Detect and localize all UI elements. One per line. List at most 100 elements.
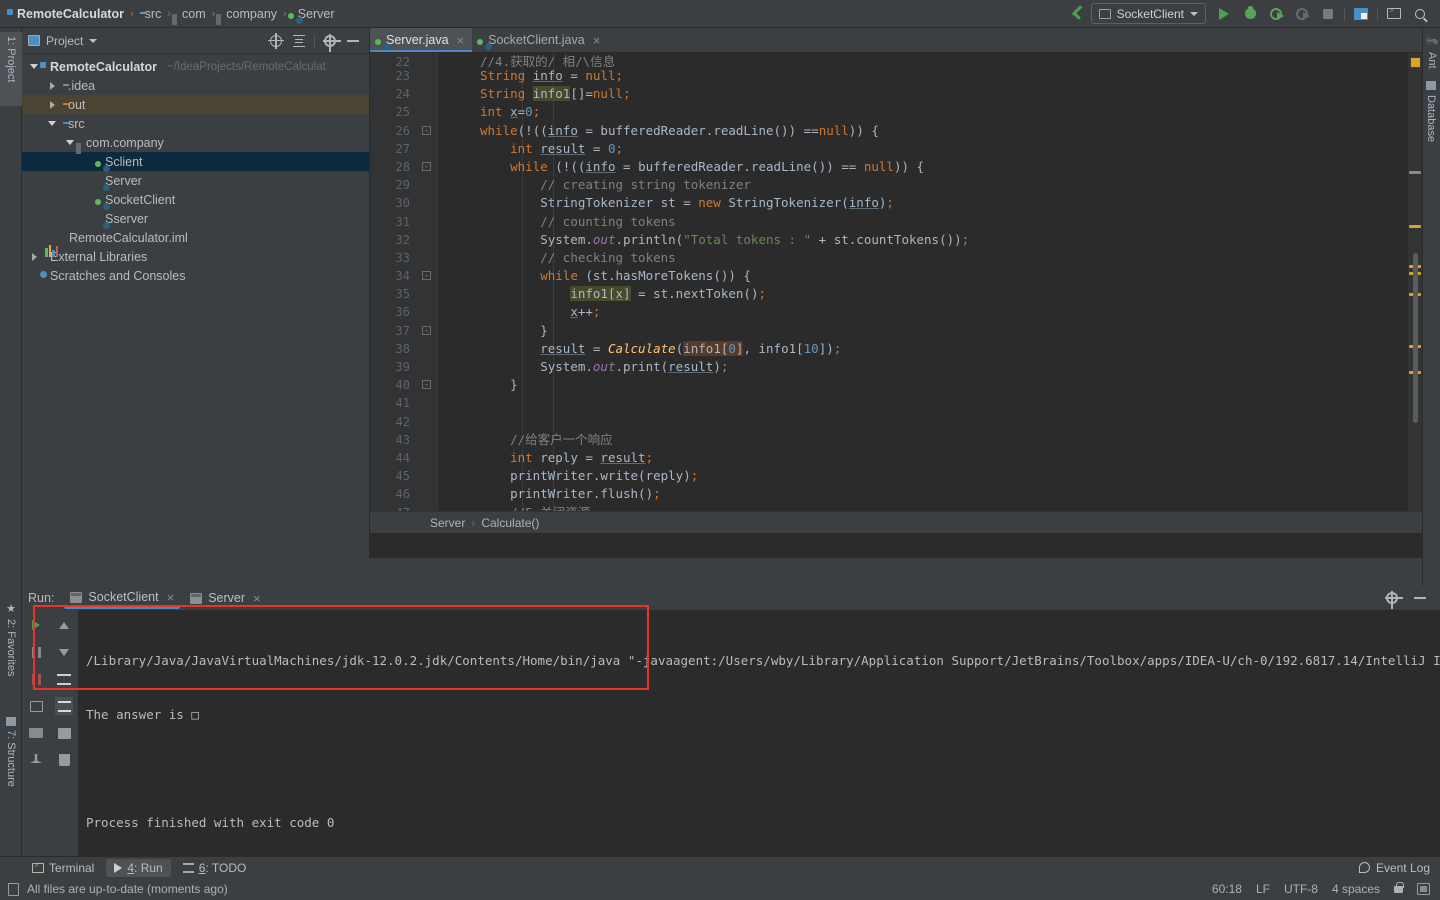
project-settings-button[interactable] — [320, 31, 341, 52]
tree-node-idea[interactable]: .idea — [22, 76, 369, 95]
memory-indicator-icon[interactable] — [1417, 883, 1430, 895]
print-console-button[interactable] — [55, 724, 73, 742]
code-line[interactable]: 27 int result = 0; — [370, 140, 1422, 158]
tree-node-scratches[interactable]: Scratches and Consoles — [22, 266, 369, 285]
code-line[interactable]: 36 x++; — [370, 303, 1422, 321]
code-line[interactable]: 33 // checking tokens — [370, 249, 1422, 267]
print-button[interactable] — [27, 724, 45, 742]
tree-node-server[interactable]: Server — [22, 171, 369, 190]
soft-wrap-button[interactable] — [55, 670, 73, 688]
tree-node-remotecalculator[interactable]: RemoteCalculator ~/IdeaProjects/RemoteCa… — [22, 57, 369, 76]
close-icon[interactable]: × — [593, 33, 601, 48]
hide-project-panel-button[interactable] — [343, 31, 363, 51]
run-with-coverage-button[interactable] — [1264, 3, 1288, 25]
clear-all-button[interactable] — [55, 751, 73, 769]
tree-node-sserver[interactable]: Sserver — [22, 209, 369, 228]
fold-toggle-icon[interactable]: - — [422, 125, 431, 135]
code-line[interactable]: 22 //4.获取的/ 相/\信息 — [370, 53, 1422, 67]
tool-window-todo[interactable]: 6: TODO — [175, 859, 255, 877]
code-line[interactable]: 39 System.out.print(result); — [370, 358, 1422, 376]
project-structure-button[interactable] — [1349, 3, 1373, 25]
tree-expander[interactable] — [46, 121, 58, 126]
tree-node-external-libraries[interactable]: External Libraries — [22, 244, 369, 266]
code-line[interactable]: 41 — [370, 394, 1422, 412]
breadcrumb-item-src[interactable]: src — [136, 7, 166, 21]
rerun-button[interactable] — [27, 616, 45, 634]
fold-toggle-icon[interactable]: - — [422, 380, 431, 390]
code-line[interactable]: 30 StringTokenizer st = new StringTokeni… — [370, 194, 1422, 212]
indent-setting[interactable]: 4 spaces — [1332, 882, 1380, 896]
sidebar-tab-ant[interactable]: 🐜 Ant — [1423, 28, 1440, 75]
breadcrumb-item-company[interactable]: company — [217, 7, 281, 21]
code-line[interactable]: 44 int reply = result; — [370, 449, 1422, 467]
tool-window-run[interactable]: 4: Run — [106, 858, 171, 877]
editor-marker-strip[interactable] — [1408, 53, 1422, 533]
project-panel-title[interactable]: Project — [46, 34, 83, 48]
breadcrumb-item-com[interactable]: com — [173, 7, 210, 21]
sidebar-tab-project[interactable]: 1: Project — [0, 32, 22, 106]
code-line[interactable]: 45 printWriter.write(reply); — [370, 467, 1422, 485]
scroll-down-button[interactable] — [55, 643, 73, 661]
caret-position[interactable]: 60:18 — [1212, 882, 1242, 896]
sidebar-tab-favorites[interactable]: ★ 2: Favorites — [0, 598, 22, 688]
stop-button[interactable] — [27, 643, 45, 661]
code-line[interactable]: 31 // counting tokens — [370, 213, 1422, 231]
editor-tab-server-java[interactable]: Server.java × — [370, 28, 473, 52]
debug-button[interactable] — [1238, 3, 1262, 25]
editor-tab-socketclient-java[interactable]: SocketClient.java × — [472, 28, 608, 52]
fold-toggle-icon[interactable]: - — [422, 325, 431, 335]
close-icon[interactable]: × — [457, 33, 465, 48]
run-settings-button[interactable] — [1382, 588, 1403, 609]
collapse-all-button[interactable] — [289, 31, 309, 51]
code-line[interactable]: 23 String info = null; — [370, 67, 1422, 85]
tree-expander[interactable] — [28, 252, 40, 261]
return-button[interactable] — [27, 697, 45, 715]
code-line[interactable]: 46 printWriter.flush(); — [370, 485, 1422, 503]
suspend-button[interactable] — [27, 670, 45, 688]
tree-node-socketclient[interactable]: SocketClient — [22, 190, 369, 209]
tree-expander[interactable] — [28, 64, 40, 69]
code-line[interactable]: 25 int x=0; — [370, 103, 1422, 121]
sidebar-tab-structure[interactable]: 7: Structure — [0, 713, 22, 808]
sidebar-tab-database[interactable]: Database — [1423, 75, 1439, 148]
code-line[interactable]: 35 info1[x] = st.nextToken(); — [370, 285, 1422, 303]
code-line[interactable]: 38 result = Calculate(info1[0], info1[10… — [370, 340, 1422, 358]
tree-expander[interactable] — [64, 140, 76, 145]
breadcrumb-class[interactable]: Server — [430, 516, 465, 530]
code-line[interactable]: 32 System.out.println("Total tokens : " … — [370, 231, 1422, 249]
tree-node-src[interactable]: src — [22, 114, 369, 133]
breadcrumb-method[interactable]: Calculate() — [481, 516, 539, 530]
tree-node-out[interactable]: out — [22, 95, 369, 114]
code-editor[interactable]: 22 //4.获取的/ 相/\信息 23 String info = null; 24 S… — [370, 53, 1422, 533]
search-everywhere-button[interactable] — [1408, 3, 1432, 25]
tree-expander[interactable] — [46, 81, 58, 90]
run-configuration-selector[interactable]: SocketClient — [1090, 3, 1206, 24]
breadcrumb-item-project[interactable]: RemoteCalculator — [8, 7, 128, 21]
console-output[interactable]: /Library/Java/JavaVirtualMachines/jdk-12… — [78, 610, 1440, 858]
tree-expander[interactable] — [46, 100, 58, 109]
stop-button[interactable] — [1316, 3, 1340, 25]
code-line[interactable]: 26 - while(!((info = bufferedReader.readLi… — [370, 122, 1422, 140]
fold-toggle-icon[interactable]: - — [422, 161, 431, 171]
close-icon[interactable]: × — [253, 591, 261, 606]
tool-window-terminal[interactable]: Terminal — [24, 859, 102, 877]
code-line[interactable]: 29 // creating string tokenizer — [370, 176, 1422, 194]
fold-toggle-icon[interactable]: - — [422, 271, 431, 281]
code-line[interactable]: 28 - while (!((info = bufferedReader.read… — [370, 158, 1422, 176]
close-icon[interactable]: × — [167, 590, 175, 605]
event-log-label[interactable]: Event Log — [1376, 861, 1430, 875]
tree-node-iml-file[interactable]: RemoteCalculator.iml — [22, 228, 369, 247]
line-separator[interactable]: LF — [1256, 882, 1270, 896]
scroll-up-button[interactable] — [55, 616, 73, 634]
code-line[interactable]: 34 - while (st.hasMoreTokens()) { — [370, 267, 1422, 285]
run-tab-socketclient[interactable]: SocketClient × — [64, 588, 181, 609]
code-line[interactable]: 43 //给客户一个响应 — [370, 431, 1422, 449]
tree-node-sclient[interactable]: Sclient — [22, 152, 369, 171]
select-opened-file-button[interactable] — [266, 31, 286, 51]
pin-tab-button[interactable] — [27, 751, 45, 769]
tree-node-com-company[interactable]: com.company — [22, 133, 369, 152]
terminal-button[interactable] — [1382, 3, 1406, 25]
code-line[interactable]: 40 - } — [370, 376, 1422, 394]
file-encoding[interactable]: UTF-8 — [1284, 882, 1318, 896]
lock-icon[interactable] — [1394, 881, 1404, 893]
